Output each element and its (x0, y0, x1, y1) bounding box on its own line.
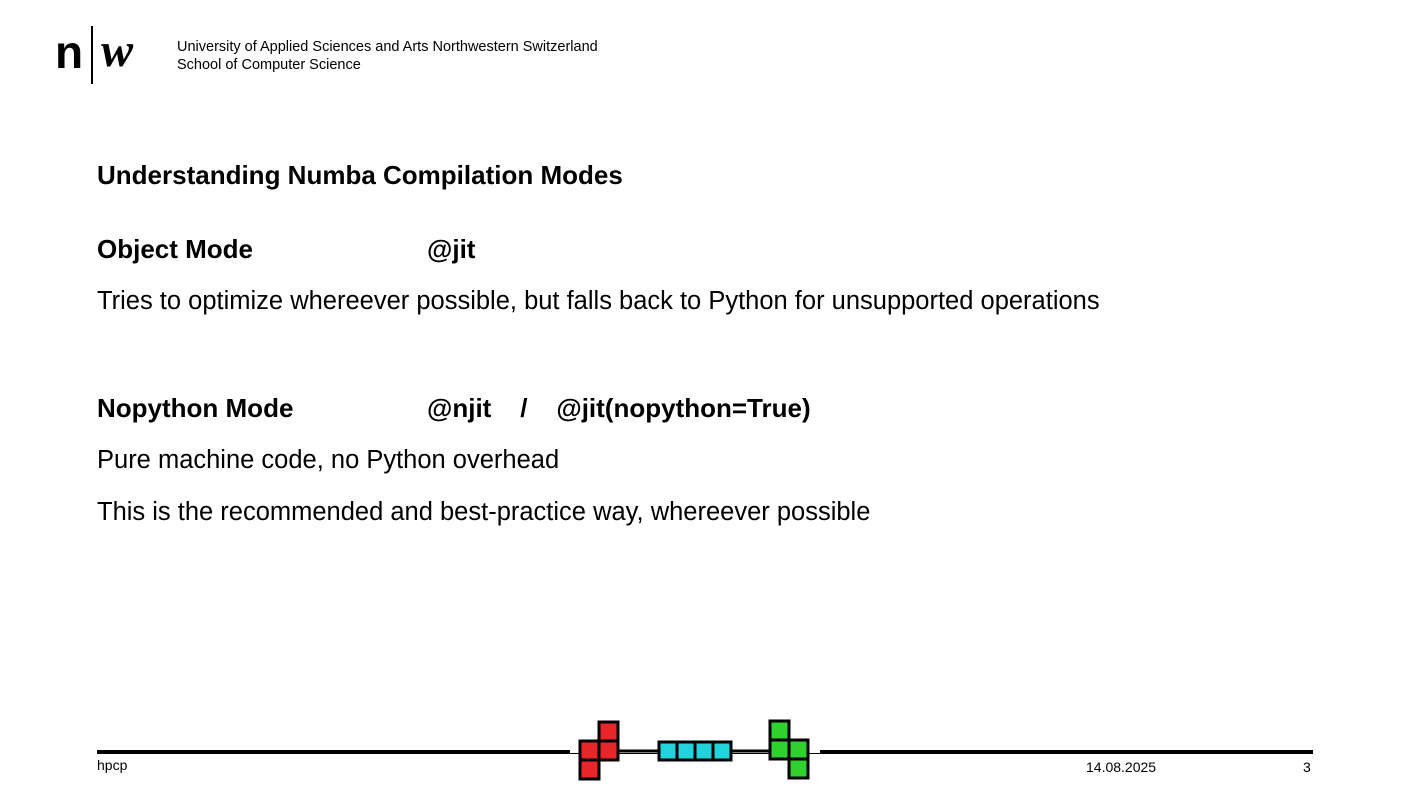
object-mode-heading: Object Mode @jit (97, 234, 475, 265)
logo-letter-n: n (55, 26, 84, 78)
institution-line-2: School of Computer Science (177, 57, 361, 73)
tetris-blocks-decoration (570, 719, 820, 781)
institution-line-1: University of Applied Sciences and Arts … (177, 39, 598, 55)
nopython-mode-heading: Nopython Mode @njit / @jit(nopython=True… (97, 393, 811, 424)
cyan-tetromino-icon (657, 740, 733, 762)
footer-course: hpcp (97, 757, 128, 773)
slide-title: Understanding Numba Compilation Modes (97, 160, 623, 190)
nopython-mode-description-1: Pure machine code, no Python overhead (97, 446, 560, 474)
nopython-mode-decorator: @njit / @jit(nopython=True) (427, 393, 811, 423)
logo-letter-w: w (101, 24, 134, 77)
red-tetromino-icon (578, 720, 620, 781)
green-tetromino-icon (768, 719, 810, 780)
page-number: 3 (1303, 759, 1311, 775)
fhnw-logo: n w (55, 26, 133, 84)
logo-divider (91, 26, 94, 84)
footer-date: 14.08.2025 (1086, 759, 1157, 775)
object-mode-description: Tries to optimize whereever possible, bu… (97, 287, 1100, 315)
object-mode-decorator: @jit (427, 234, 476, 264)
institution-name: University of Applied Sciences and Arts … (177, 38, 598, 74)
object-mode-name: Object Mode (97, 234, 254, 264)
nopython-mode-description-2: This is the recommended and best-practic… (97, 498, 871, 526)
nopython-mode-name: Nopython Mode (97, 393, 294, 423)
